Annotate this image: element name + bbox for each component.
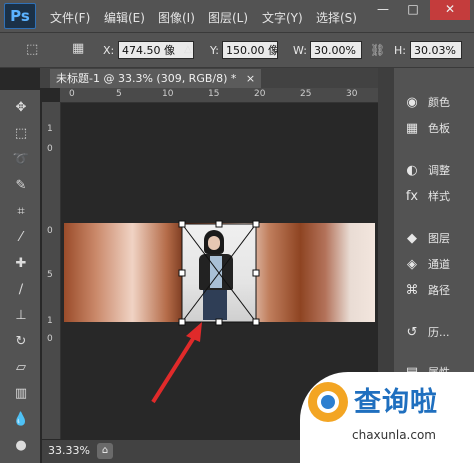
palette-icon: ◉ — [406, 95, 418, 110]
panel-paths[interactable]: ⌘ 路径 — [402, 280, 472, 302]
panel-history[interactable]: ↺ 历... — [402, 322, 472, 344]
paths-icon: ⌘ — [405, 283, 419, 298]
layers-icon: ◆ — [407, 231, 417, 246]
history-icon: ↺ — [406, 325, 418, 340]
search-q-icon — [308, 382, 348, 422]
watermark: 查询啦 chaxunla.com — [300, 372, 474, 463]
panel-swatches[interactable]: ▦ 色板 — [402, 118, 472, 140]
zoom-level[interactable]: 33.33% — [48, 444, 90, 457]
panel-label: 图层 — [428, 232, 450, 245]
panel-color[interactable]: ◉ 颜色 — [402, 92, 472, 114]
panel-adjustments[interactable]: ◐ 调整 — [402, 160, 472, 182]
panel-label: 历... — [428, 326, 450, 339]
watermark-url: chaxunla.com — [352, 428, 436, 442]
swatches-icon: ▦ — [405, 121, 419, 136]
adjustments-icon: ◐ — [406, 163, 418, 178]
styles-icon: fx — [405, 189, 419, 204]
panel-label: 颜色 — [428, 96, 450, 109]
panel-label: 通道 — [428, 258, 450, 271]
panel-label: 样式 — [428, 190, 450, 203]
panel-label: 调整 — [428, 164, 450, 177]
panel-label: 路径 — [428, 284, 450, 297]
channels-icon: ◈ — [407, 257, 417, 272]
panel-channels[interactable]: ◈ 通道 — [402, 254, 472, 276]
panel-layers[interactable]: ◆ 图层 — [402, 228, 472, 250]
panel-styles[interactable]: fx 样式 — [402, 186, 472, 208]
document-info-icon[interactable]: ⌂ — [97, 443, 113, 459]
free-transform-box[interactable] — [178, 220, 260, 326]
panel-label: 色板 — [428, 122, 450, 135]
red-arrow — [151, 322, 202, 404]
watermark-title: 查询啦 — [354, 387, 438, 418]
